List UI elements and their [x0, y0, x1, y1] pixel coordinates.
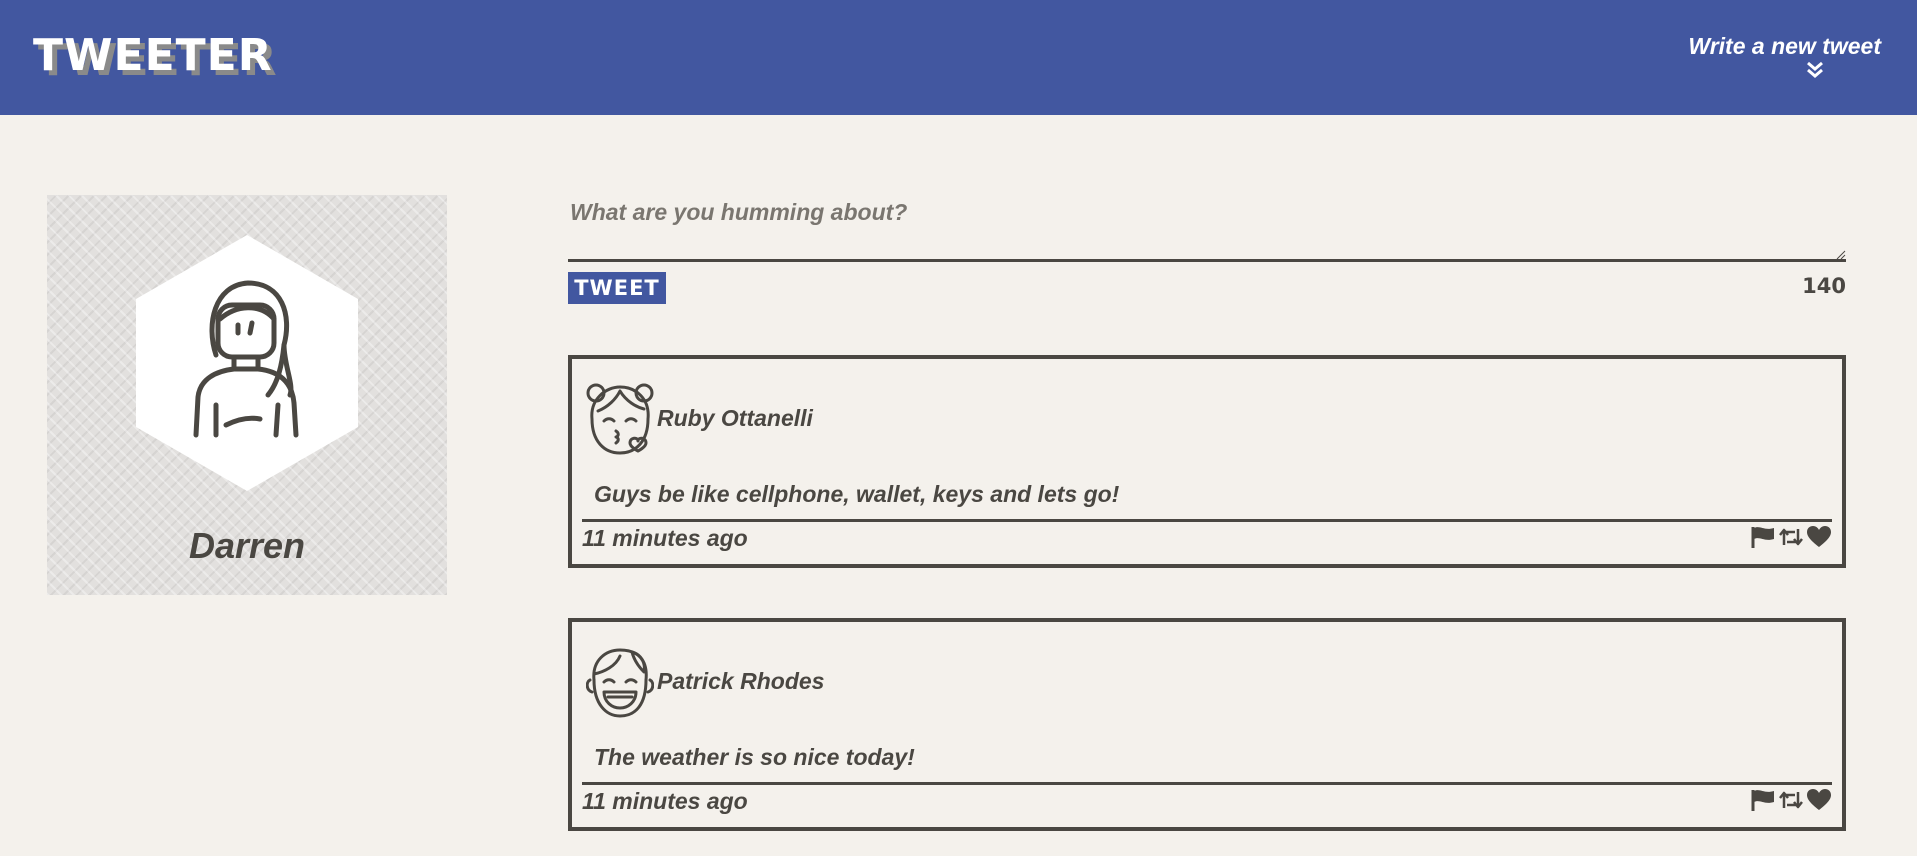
tweet-text: Guys be like cellphone, wallet, keys and… — [594, 481, 1120, 507]
tweet-actions — [1750, 525, 1832, 549]
tweet-card: Patrick Rhodes The weather is so nice to… — [568, 618, 1846, 831]
tweet-divider — [582, 782, 1832, 785]
heart-icon[interactable] — [1806, 525, 1832, 549]
top-nav: TWEETER Write a new tweet — [0, 0, 1917, 115]
tweet-user-name: Ruby Ottanelli — [657, 405, 813, 431]
tweet-composer: TWEET 140 — [568, 190, 1846, 304]
tweet-card: Ruby Ottanelli Guys be like cellphone, w… — [568, 355, 1846, 568]
write-new-tweet-label: Write a new tweet — [1688, 33, 1881, 59]
tweet-input[interactable] — [568, 190, 1846, 262]
write-new-tweet-toggle[interactable]: Write a new tweet — [1681, 32, 1881, 80]
flag-icon[interactable] — [1750, 788, 1776, 812]
retweet-icon[interactable] — [1778, 525, 1804, 549]
tweet-button[interactable]: TWEET — [568, 272, 666, 304]
profile-avatar — [136, 235, 358, 491]
profile-name: Darren — [188, 525, 306, 566]
tweet-text: The weather is so nice today! — [594, 744, 915, 770]
flag-icon[interactable] — [1750, 525, 1776, 549]
profile-card: Darren — [47, 195, 447, 595]
tweet-timestamp: 11 minutes ago — [582, 525, 748, 551]
double-chevron-down-icon — [1807, 61, 1823, 78]
kissing-girl-avatar-icon — [586, 383, 654, 455]
character-counter: 140 — [1802, 274, 1846, 298]
laughing-boy-avatar-icon — [586, 648, 654, 718]
heart-icon[interactable] — [1806, 788, 1832, 812]
tweet-user-name: Patrick Rhodes — [657, 668, 825, 694]
tweet-timestamp: 11 minutes ago — [582, 788, 748, 814]
logo: TWEETER — [33, 30, 273, 81]
woman-avatar-icon — [193, 280, 299, 438]
resize-grip-icon[interactable] — [1834, 248, 1846, 260]
retweet-icon[interactable] — [1778, 788, 1804, 812]
tweet-actions — [1750, 788, 1832, 812]
tweet-divider — [582, 519, 1832, 522]
